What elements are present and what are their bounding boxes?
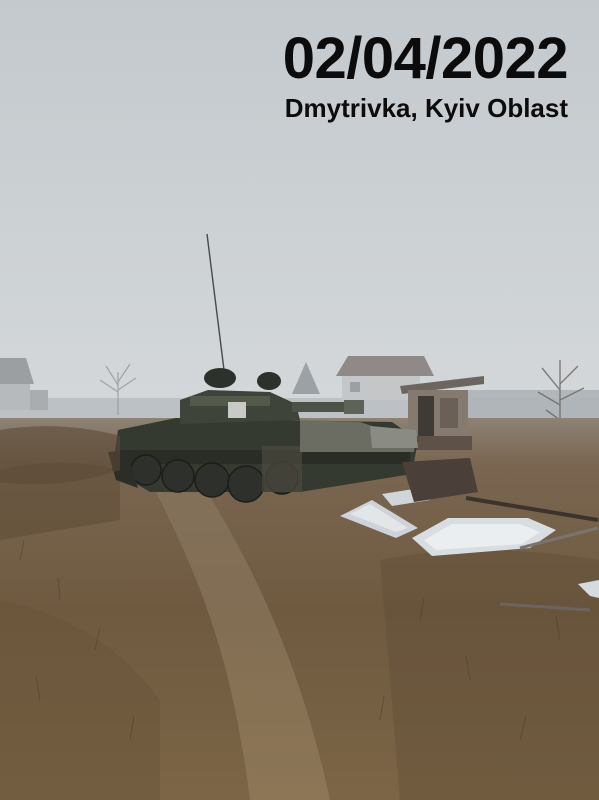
caption-date: 02/04/2022	[282, 26, 569, 91]
photo-frame: 02/04/2022 Dmytrivka, Kyiv Oblast	[0, 0, 599, 800]
photo-caption: 02/04/2022 Dmytrivka, Kyiv Oblast	[282, 26, 569, 124]
caption-location: Dmytrivka, Kyiv Oblast	[284, 93, 568, 123]
